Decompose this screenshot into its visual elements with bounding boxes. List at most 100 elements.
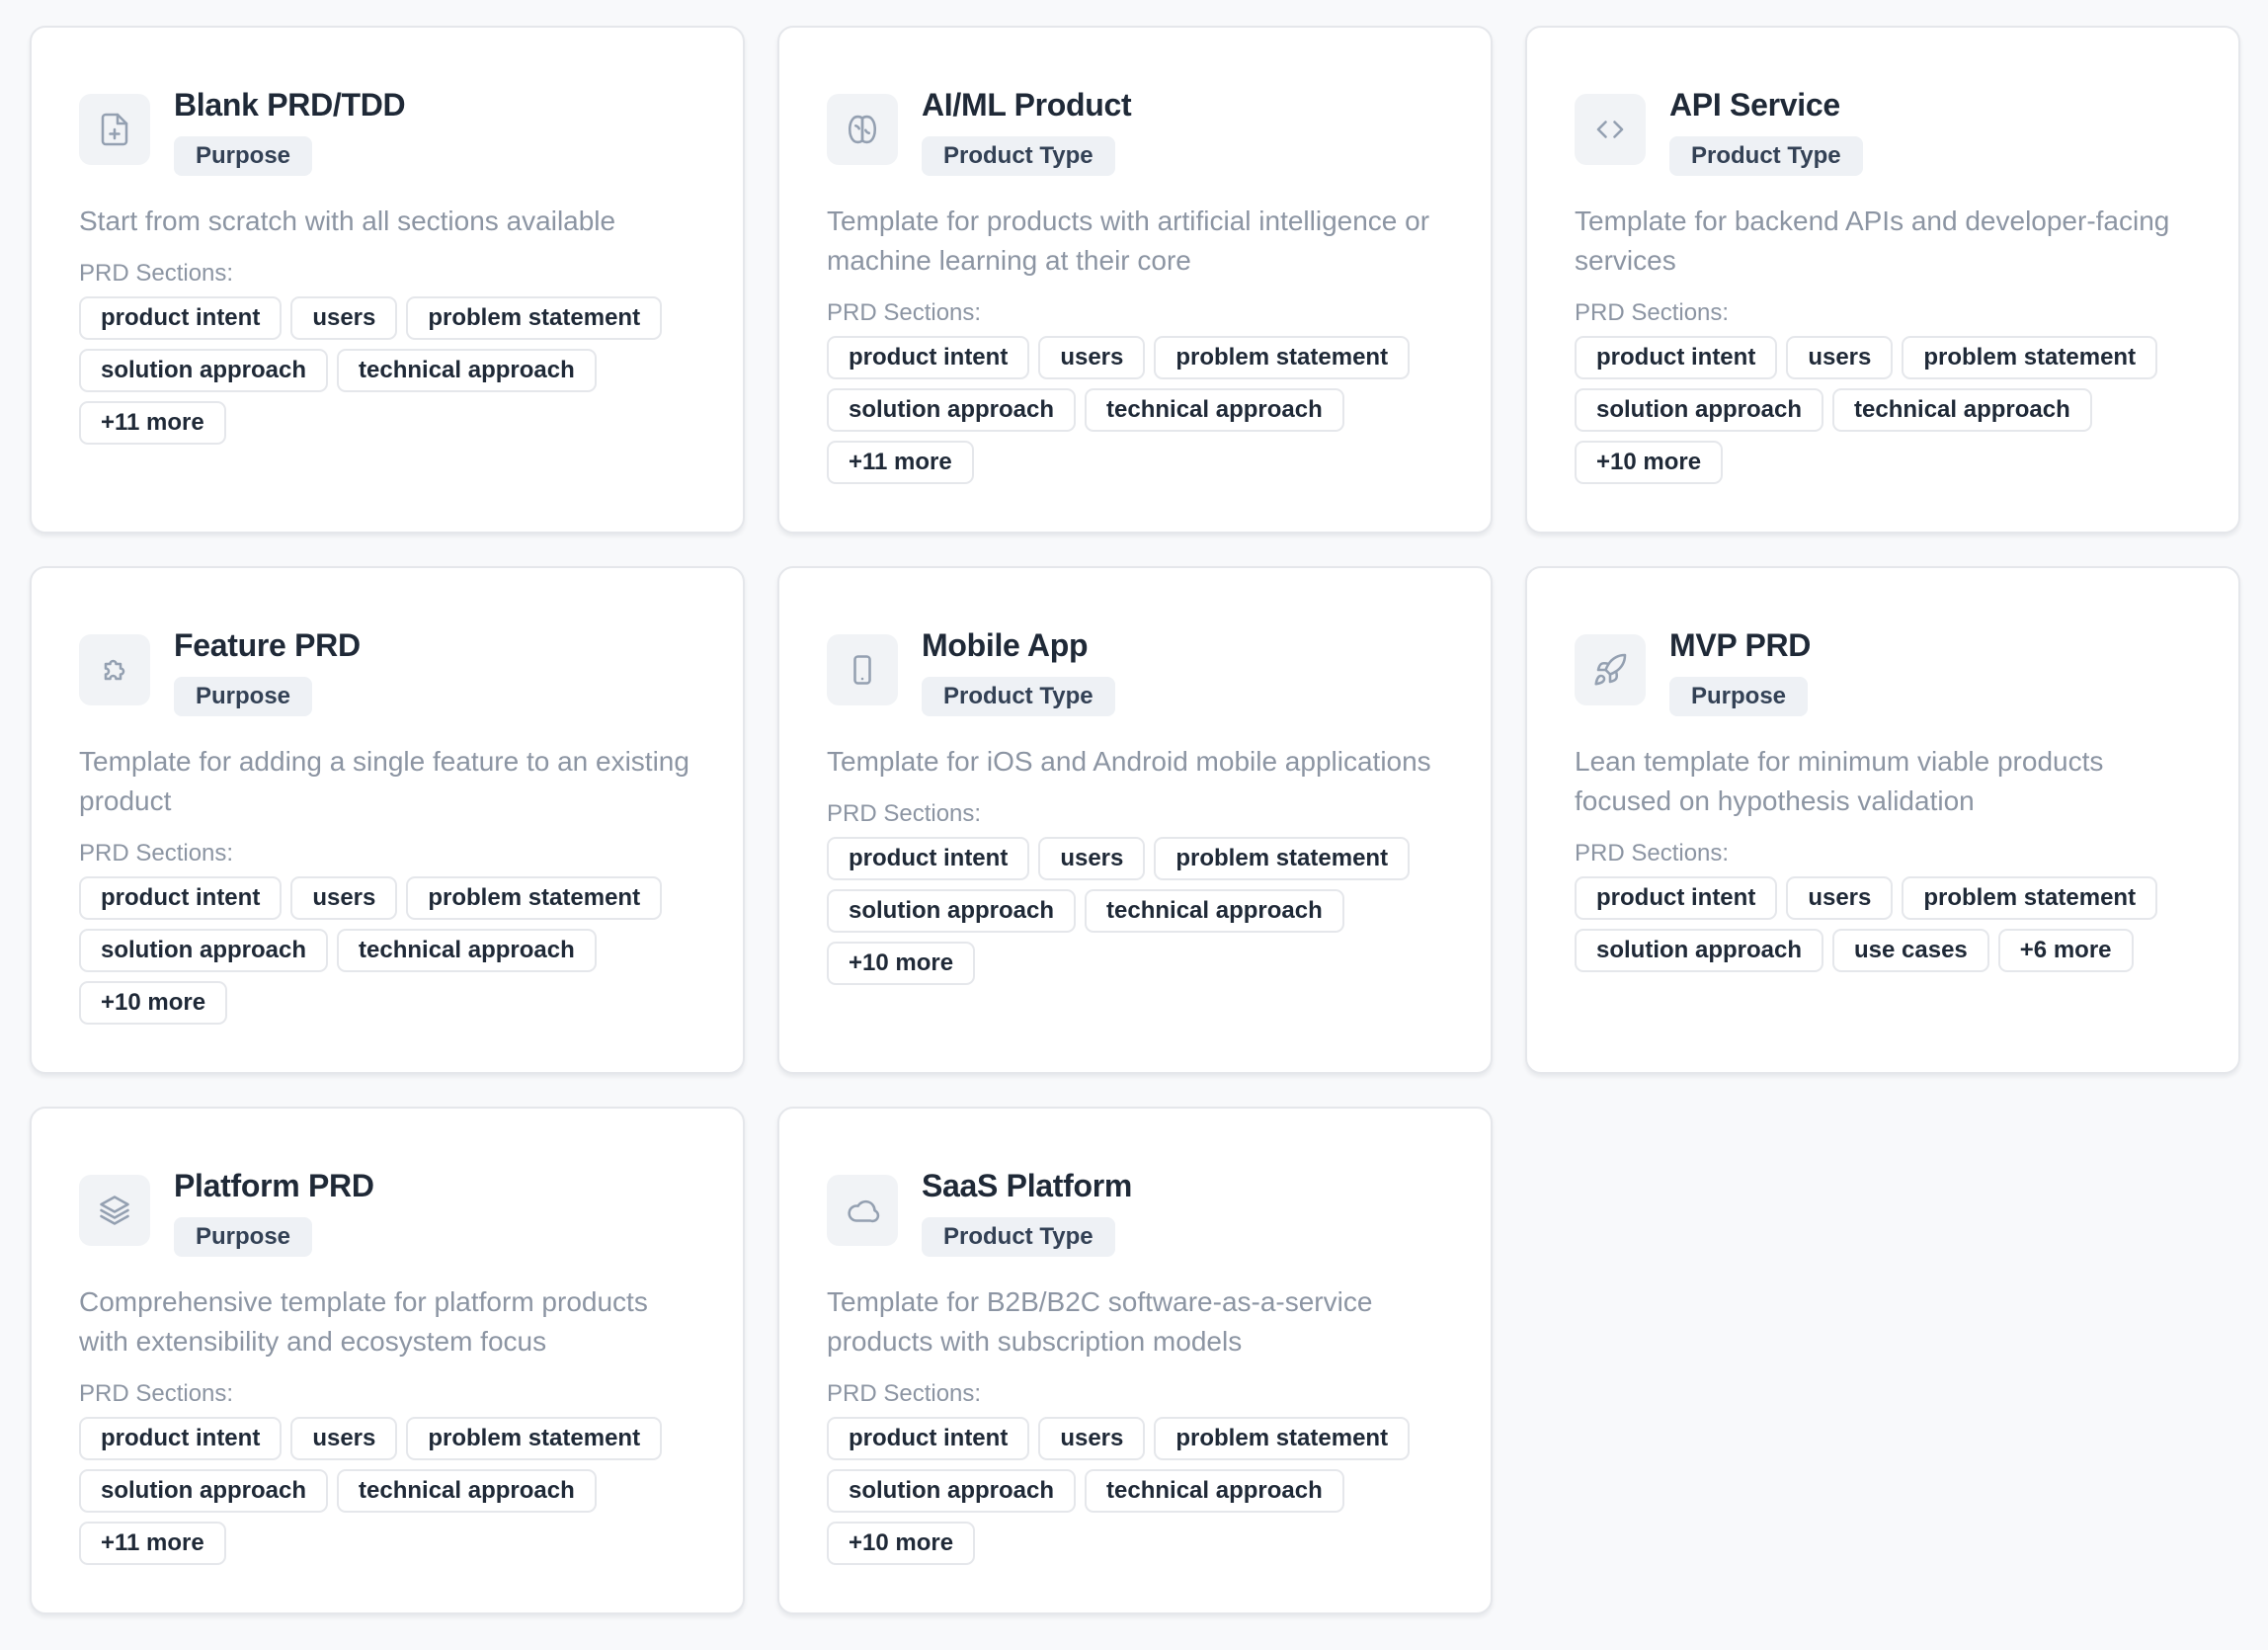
sections-label: PRD Sections: xyxy=(79,1380,234,1407)
section-tag: technical approach xyxy=(1085,1469,1344,1513)
template-title: MVP PRD xyxy=(1669,627,1812,663)
section-tags: product intent users problem statement s… xyxy=(827,837,1443,985)
section-tag: product intent xyxy=(827,837,1030,880)
template-description: Template for backend APIs and developer-… xyxy=(1575,206,2170,276)
more-sections-tag: +10 more xyxy=(827,942,976,985)
section-tag: problem statement xyxy=(1902,876,2158,920)
section-tag: users xyxy=(1038,837,1146,880)
template-title: AI/ML Product xyxy=(922,87,1132,123)
section-tag: solution approach xyxy=(79,349,329,392)
template-card[interactable]: Mobile App Product Type Template for iOS… xyxy=(777,566,1493,1074)
section-tag: product intent xyxy=(79,296,283,340)
section-tag: product intent xyxy=(79,1417,283,1460)
section-tag: users xyxy=(290,876,398,920)
template-title: Mobile App xyxy=(922,627,1089,663)
section-tag: users xyxy=(290,1417,398,1460)
card-header: Platform PRD Purpose xyxy=(79,1166,695,1257)
section-tag: solution approach xyxy=(1575,388,1824,432)
card-header: AI/ML Product Product Type xyxy=(827,85,1443,176)
section-tag: solution approach xyxy=(79,1469,329,1513)
category-badge: Purpose xyxy=(174,1217,313,1257)
template-title: API Service xyxy=(1669,87,1840,123)
section-tag: technical approach xyxy=(337,929,597,972)
template-description: Template for B2B/B2C software-as-a-servi… xyxy=(827,1286,1373,1357)
section-tag: users xyxy=(1786,876,1894,920)
template-card[interactable]: Blank PRD/TDD Purpose Start from scratch… xyxy=(30,26,745,534)
section-tag: product intent xyxy=(79,876,283,920)
sections-label: PRD Sections: xyxy=(827,800,982,827)
category-badge: Product Type xyxy=(922,136,1115,176)
section-tag: problem statement xyxy=(406,1417,663,1460)
template-card[interactable]: AI/ML Product Product Type Template for … xyxy=(777,26,1493,534)
section-tags: product intent users problem statement s… xyxy=(1575,336,2191,484)
puzzle-icon xyxy=(79,634,150,705)
template-description: Template for iOS and Android mobile appl… xyxy=(827,746,1431,777)
section-tags: product intent users problem statement s… xyxy=(827,336,1443,484)
more-sections-tag: +10 more xyxy=(827,1522,976,1565)
template-card[interactable]: SaaS Platform Product Type Template for … xyxy=(777,1107,1493,1614)
template-description: Comprehensive template for platform prod… xyxy=(79,1286,648,1357)
card-heading: AI/ML Product Product Type xyxy=(922,85,1132,176)
section-tag: problem statement xyxy=(1154,1417,1411,1460)
section-tag: technical approach xyxy=(1085,388,1344,432)
sections-label: PRD Sections: xyxy=(79,260,234,287)
section-tag: technical approach xyxy=(337,1469,597,1513)
category-badge: Purpose xyxy=(174,677,313,716)
template-title: Blank PRD/TDD xyxy=(174,87,406,123)
sections-label: PRD Sections: xyxy=(79,840,234,866)
section-tag: problem statement xyxy=(1154,837,1411,880)
card-heading: SaaS Platform Product Type xyxy=(922,1166,1132,1257)
card-heading: Feature PRD Purpose xyxy=(174,625,361,716)
template-description: Template for products with artificial in… xyxy=(827,206,1430,276)
card-header: MVP PRD Purpose xyxy=(1575,625,2191,716)
code-icon xyxy=(1575,94,1646,165)
rocket-icon xyxy=(1575,634,1646,705)
template-description: Start from scratch with all sections ava… xyxy=(79,206,616,236)
cloud-icon xyxy=(827,1175,898,1246)
template-title: SaaS Platform xyxy=(922,1168,1133,1203)
template-card[interactable]: MVP PRD Purpose Lean template for minimu… xyxy=(1525,566,2240,1074)
smartphone-icon xyxy=(827,634,898,705)
template-card[interactable]: Platform PRD Purpose Comprehensive templ… xyxy=(30,1107,745,1614)
section-tags: product intent users problem statement s… xyxy=(1575,876,2191,972)
section-tag: product intent xyxy=(827,336,1030,379)
section-tag: product intent xyxy=(1575,876,1778,920)
sections-label: PRD Sections: xyxy=(827,299,982,326)
card-heading: MVP PRD Purpose xyxy=(1669,625,1811,716)
more-sections-tag: +11 more xyxy=(79,1522,226,1565)
category-badge: Purpose xyxy=(174,136,313,176)
card-heading: API Service Product Type xyxy=(1669,85,1863,176)
section-tag: technical approach xyxy=(337,349,597,392)
section-tag: product intent xyxy=(1575,336,1778,379)
brain-icon xyxy=(827,94,898,165)
sections-label: PRD Sections: xyxy=(1575,299,1730,326)
sections-label: PRD Sections: xyxy=(827,1380,982,1407)
file-plus-icon xyxy=(79,94,150,165)
template-card[interactable]: Feature PRD Purpose Template for adding … xyxy=(30,566,745,1074)
sections-label: PRD Sections: xyxy=(1575,840,1730,866)
section-tag: problem statement xyxy=(406,876,663,920)
card-heading: Mobile App Product Type xyxy=(922,625,1115,716)
section-tag: users xyxy=(1038,1417,1146,1460)
section-tag: users xyxy=(1786,336,1894,379)
section-tag: problem statement xyxy=(1154,336,1411,379)
template-description: Template for adding a single feature to … xyxy=(79,746,689,816)
section-tag: solution approach xyxy=(1575,929,1824,972)
section-tag: product intent xyxy=(827,1417,1030,1460)
template-grid: Blank PRD/TDD Purpose Start from scratch… xyxy=(30,26,2240,1614)
category-badge: Product Type xyxy=(922,677,1115,716)
card-heading: Blank PRD/TDD Purpose xyxy=(174,85,406,176)
more-sections-tag: +11 more xyxy=(79,401,226,445)
card-header: Blank PRD/TDD Purpose xyxy=(79,85,695,176)
category-badge: Purpose xyxy=(1669,677,1809,716)
card-header: Feature PRD Purpose xyxy=(79,625,695,716)
section-tag: technical approach xyxy=(1085,889,1344,933)
layers-icon xyxy=(79,1175,150,1246)
template-card[interactable]: API Service Product Type Template for ba… xyxy=(1525,26,2240,534)
more-sections-tag: +10 more xyxy=(79,981,228,1025)
section-tag: users xyxy=(290,296,398,340)
more-sections-tag: +11 more xyxy=(827,441,974,484)
card-heading: Platform PRD Purpose xyxy=(174,1166,374,1257)
section-tag: problem statement xyxy=(406,296,663,340)
section-tag: users xyxy=(1038,336,1146,379)
